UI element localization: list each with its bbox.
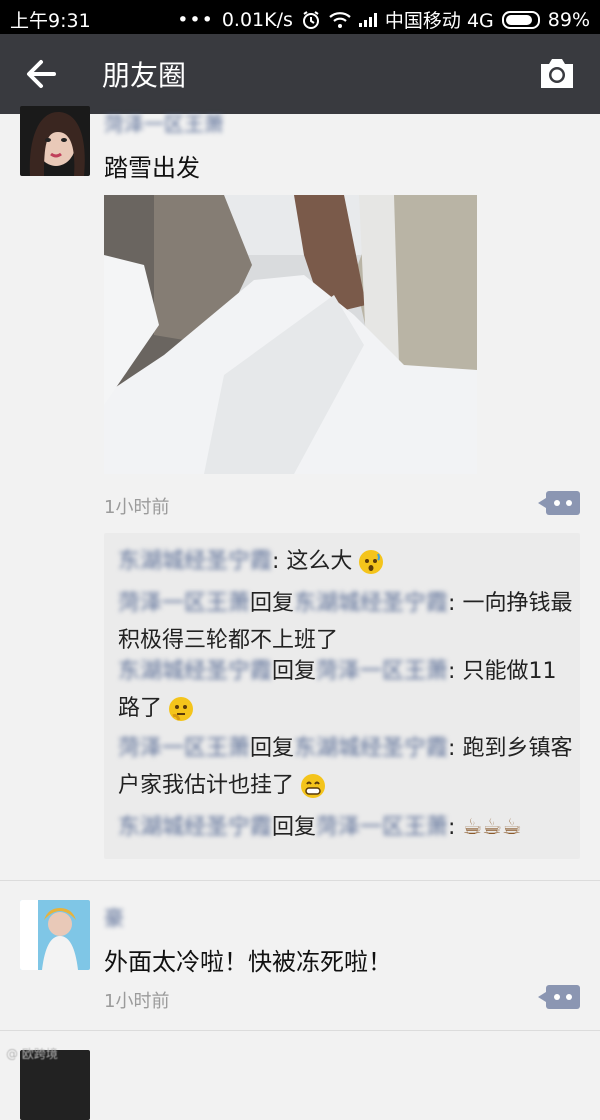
reply-word: 回复	[272, 815, 317, 840]
alarm-icon	[302, 10, 319, 29]
reply-target-name[interactable]: 东湖城经圣宁霞	[294, 591, 448, 616]
comment-text: ☕☕☕	[462, 815, 522, 840]
more-actions-button[interactable]	[538, 985, 580, 1009]
commenter-name[interactable]: 菏泽一区王萧	[118, 591, 250, 616]
commenter-name[interactable]: 菏泽一区王萧	[118, 736, 250, 761]
signal-icon	[358, 12, 377, 27]
comment-item[interactable]: 东湖城经圣宁霞回复菏泽一区王萧: 只能做11路了	[118, 653, 578, 727]
notification-dots: •••	[177, 8, 214, 31]
page-title: 朋友圈	[102, 59, 187, 92]
post-author-name[interactable]: 菏泽一区王萧	[104, 108, 224, 137]
shocked-emoji-icon	[359, 550, 384, 574]
reply-word: 回复	[272, 659, 317, 684]
thinking-emoji-icon	[169, 697, 194, 721]
battery-percent: 89%	[547, 8, 590, 31]
post-author-name[interactable]: 豪	[104, 902, 124, 931]
reply-target-name[interactable]: 东湖城经圣宁霞	[294, 736, 448, 761]
reply-target-name[interactable]: 菏泽一区王萧	[316, 815, 448, 840]
comment-separator: :	[272, 549, 287, 574]
reply-target-name[interactable]: 菏泽一区王萧	[316, 659, 448, 684]
network-speed: 0.01K/s	[221, 8, 293, 31]
post-photo[interactable]	[104, 195, 477, 474]
carrier-label: 中国移动 4G	[384, 10, 494, 32]
commenter-name[interactable]: 东湖城经圣宁霞	[118, 815, 272, 840]
more-actions-button[interactable]	[538, 491, 580, 515]
commenter-name[interactable]: 东湖城经圣宁霞	[118, 659, 272, 684]
post-divider	[0, 1030, 600, 1031]
post-timestamp: 1小时前	[104, 497, 170, 518]
status-bar: 上午9:31 ••• 0.01K/s 中国移动 4G 89%	[0, 0, 600, 34]
comment-separator: :	[448, 591, 463, 616]
comment-separator: :	[448, 815, 463, 840]
reply-word: 回复	[250, 736, 295, 761]
comment-item[interactable]: 菏泽一区王萧回复东湖城经圣宁霞: 跑到乡镇客户家我估计也挂了	[118, 730, 578, 804]
comment-item[interactable]: 菏泽一区王萧回复东湖城经圣宁霞: 一向挣钱最积极得三轮都不上班了	[118, 585, 578, 659]
avatar[interactable]	[20, 900, 90, 970]
comment-separator: :	[448, 736, 463, 761]
comment-item[interactable]: 东湖城经圣宁霞回复菏泽一区王萧: ☕☕☕	[118, 809, 578, 846]
reply-word: 回复	[250, 591, 295, 616]
comment-list: 东湖城经圣宁霞: 这么大 菏泽一区王萧回复东湖城经圣宁霞: 一向挣钱最积极得三轮…	[104, 533, 580, 859]
status-time: 上午9:31	[10, 10, 91, 32]
post-text: 踏雪出发	[104, 154, 200, 182]
post-divider	[0, 880, 600, 881]
wifi-icon	[329, 11, 351, 28]
camera-icon[interactable]	[538, 54, 576, 92]
back-arrow-icon[interactable]	[22, 52, 62, 96]
comment-text: 这么大	[286, 549, 353, 574]
comment-separator: :	[448, 659, 463, 684]
post-text: 外面太冷啦！快被冻死啦！	[104, 948, 392, 976]
nav-bar: 朋友圈	[0, 34, 600, 114]
battery-icon	[501, 10, 540, 29]
grin-emoji-icon	[301, 774, 326, 798]
post-timestamp: 1小时前	[104, 991, 170, 1012]
avatar[interactable]	[20, 106, 90, 176]
status-right-group: ••• 0.01K/s 中国移动 4G 89%	[177, 6, 590, 33]
watermark: @ 欧跨境	[6, 1047, 58, 1061]
commenter-name[interactable]: 东湖城经圣宁霞	[118, 549, 272, 574]
comment-item[interactable]: 东湖城经圣宁霞: 这么大	[118, 543, 578, 580]
